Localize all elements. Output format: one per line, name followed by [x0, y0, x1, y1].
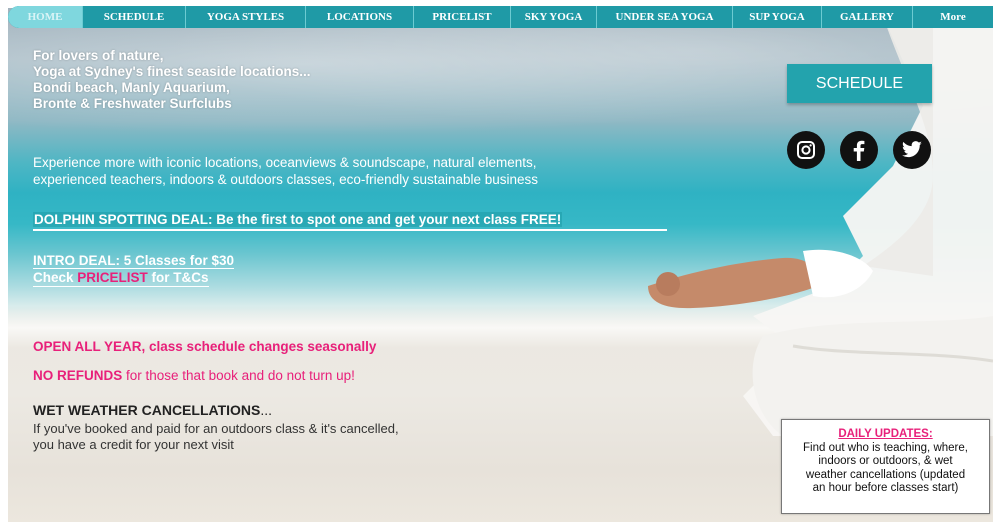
intro-text: For lovers of nature, Yoga at Sydney's f…: [33, 48, 311, 112]
daily-updates-box: DAILY UPDATES: Find out who is teaching,…: [781, 419, 990, 514]
experience-text: Experience more with iconic locations, o…: [33, 154, 538, 188]
dolphin-deal-underline: [33, 229, 667, 231]
no-refunds-notice: NO REFUNDS for those that book and do no…: [33, 368, 355, 383]
nav-item-sky-yoga[interactable]: SKY YOGA: [511, 6, 597, 28]
intro-deal-line: INTRO DEAL: 5 Classes for $30: [33, 253, 235, 269]
open-all-year-notice: OPEN ALL YEAR, class schedule changes se…: [33, 339, 377, 354]
experience-line-1: Experience more with iconic locations, o…: [33, 155, 537, 170]
wet-weather-ellipsis: ...: [260, 402, 273, 418]
tcs-text: for T&Cs: [147, 270, 209, 285]
main-nav: HOME SCHEDULE YOGA STYLES LOCATIONS PRIC…: [8, 6, 993, 28]
intro-line-1: For lovers of nature,: [33, 48, 164, 63]
intro-line-2: Yoga at Sydney's finest seaside location…: [33, 64, 311, 79]
nav-item-sup-yoga[interactable]: SUP YOGA: [733, 6, 822, 28]
wet-weather-line-1: If you've booked and paid for an outdoor…: [33, 421, 399, 436]
nav-item-schedule[interactable]: SCHEDULE: [83, 6, 186, 28]
daily-updates-line-4: an hour before classes start): [812, 482, 959, 494]
no-refunds-rest: for those that book and do not turn up!: [122, 368, 355, 383]
nav-item-under-sea-yoga[interactable]: UNDER SEA YOGA: [597, 6, 733, 28]
daily-updates-heading[interactable]: DAILY UPDATES:: [782, 428, 989, 442]
nav-item-gallery[interactable]: GALLERY: [822, 6, 913, 28]
no-refunds-bold: NO REFUNDS: [33, 368, 123, 383]
check-text: Check: [33, 270, 78, 285]
intro-deal: INTRO DEAL: 5 Classes for $30 Check PRIC…: [33, 252, 235, 287]
experience-line-2: experienced teachers, indoors & outdoors…: [33, 172, 539, 187]
wet-weather-line-2: you have a credit for your next visit: [33, 437, 234, 452]
wet-weather-body: If you've booked and paid for an outdoor…: [33, 421, 399, 453]
daily-updates-line-1: Find out who is teaching, where,: [803, 441, 968, 454]
wet-weather-heading: WET WEATHER CANCELLATIONS...: [33, 402, 272, 418]
nav-item-locations[interactable]: LOCATIONS: [306, 6, 414, 28]
daily-updates-line-3: weather cancellations (updated: [805, 468, 966, 481]
nav-item-more[interactable]: More: [913, 6, 993, 28]
daily-updates-line-2: indoors or outdoors, & wet: [818, 455, 953, 467]
intro-line-4: Bronte & Freshwater Surfclubs: [33, 96, 232, 111]
twitter-icon[interactable]: [893, 131, 931, 169]
nav-item-pricelist[interactable]: PRICELIST: [414, 6, 511, 28]
instagram-icon[interactable]: [787, 131, 825, 169]
nav-item-home[interactable]: HOME: [8, 6, 83, 28]
intro-line-3: Bondi beach, Manly Aquarium,: [33, 80, 230, 95]
dolphin-deal: DOLPHIN SPOTTING DEAL: Be the first to s…: [33, 212, 563, 227]
nav-item-yoga-styles[interactable]: YOGA STYLES: [186, 6, 306, 28]
facebook-icon[interactable]: [840, 131, 878, 169]
schedule-button[interactable]: SCHEDULE: [787, 64, 932, 103]
pricelist-link[interactable]: PRICELIST: [77, 270, 148, 285]
wet-weather-title: WET WEATHER CANCELLATIONS: [33, 402, 261, 418]
